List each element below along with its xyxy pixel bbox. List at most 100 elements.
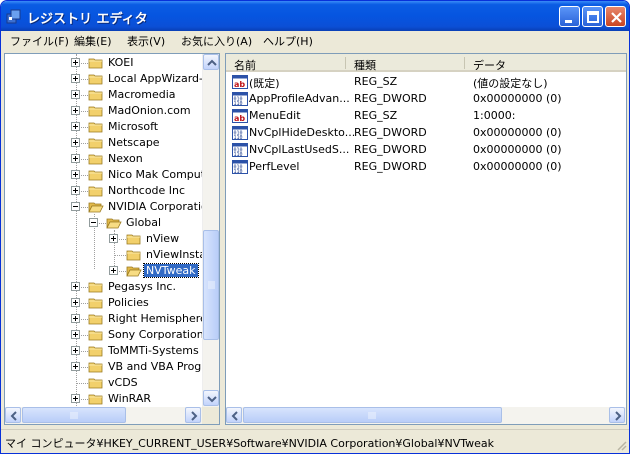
tree-node[interactable]: Pegasys Inc. [5,279,202,295]
tree-horizontal-scrollbar[interactable] [5,407,202,424]
string-value-icon: ab [232,109,248,123]
tree-node[interactable]: NVTweak [5,263,202,279]
expand-icon[interactable] [71,298,80,307]
scroll-up-button[interactable] [203,54,219,70]
values-horizontal-scrollbar[interactable] [226,407,626,424]
value-row[interactable]: 010 110 NvCplLastUsedS... REG_DWORD 0x000000… [230,142,622,158]
tree-node-label: nView [146,232,180,245]
scroll-left-button[interactable] [5,407,21,423]
tree-node[interactable]: ToMMTi-Systems [5,343,202,359]
value-type: REG_SZ [354,109,398,122]
arrow-right-icon [191,411,198,421]
expand-icon[interactable] [109,266,118,275]
menu-help[interactable]: ヘルプ(H) [263,33,313,49]
tree-node[interactable]: Nexon [5,151,202,167]
tree-node[interactable]: Netscape [5,135,202,151]
value-row[interactable]: 010 110 PerfLevel REG_DWORD 0x00000000 (0) [230,159,622,175]
value-type: REG_DWORD [354,160,427,173]
value-row[interactable]: 010 110 AppProfileAdvan... REG_DWORD 0x00000… [230,91,622,107]
tree-node[interactable]: Northcode Inc [5,183,202,199]
value-row[interactable]: 010 110 NvCplHideDeskto... REG_DWORD 0x00000… [230,125,622,141]
tree-node[interactable]: MadOnion.com [5,103,202,119]
expand-icon[interactable] [71,122,80,131]
values-list-pane[interactable]: 名前 種類 データ ab (既定) REG_SZ (値の設定なし) 010 110 AppP… [225,53,627,425]
tree-vscroll-thumb[interactable] [203,230,219,340]
tree-node[interactable]: Sony Corporation [5,327,204,343]
close-button[interactable] [605,6,626,27]
expand-icon[interactable] [71,154,80,163]
folder-icon [88,314,103,325]
minimize-button[interactable] [559,6,580,27]
string-value-icon: ab [232,75,248,89]
expand-icon[interactable] [71,138,80,147]
tree-node[interactable]: NVIDIA Corporatio [5,199,208,215]
tree-node[interactable]: VB and VBA Progr [5,359,206,375]
folder-icon [88,154,103,165]
column-header-type[interactable]: 種類 [346,54,465,72]
svg-text:110: 110 [234,135,243,141]
expand-icon[interactable] [71,90,80,99]
collapse-icon[interactable] [89,218,98,227]
key-tree-pane[interactable]: KOEI Local AppWizard-G Macromedia MadOnion.… [4,53,220,425]
expand-icon[interactable] [71,330,80,339]
arrow-left-icon [231,411,238,421]
minimize-icon [565,20,572,23]
tree-node-label: Northcode Inc [108,184,186,197]
tree-node[interactable]: Local AppWizard-G [5,71,212,87]
tree-node[interactable]: Global [5,215,202,231]
tree-node[interactable]: WinRAR [5,391,202,407]
tree-node-label: Sony Corporation [108,328,204,341]
expand-icon[interactable] [71,394,80,403]
maximize-button[interactable] [582,6,603,27]
values-hscroll-thumb[interactable] [243,407,502,423]
value-name: AppProfileAdvan... [249,92,350,105]
tree-node-label: Policies [108,296,149,309]
column-header-name[interactable]: 名前 [226,54,346,72]
expand-icon[interactable] [71,186,80,195]
expand-icon[interactable] [71,346,80,355]
menu-edit[interactable]: 編集(E) [74,33,112,49]
tree-connector-line [76,383,88,384]
maximize-icon [587,11,599,23]
tree-node[interactable]: Nico Mak Computin [5,167,215,183]
folder-icon [88,330,103,341]
menu-file[interactable]: ファイル(F) [10,33,69,49]
tree-node[interactable]: nViewInsta [5,247,206,263]
expand-icon[interactable] [71,170,80,179]
tree-node[interactable]: vCDS [5,375,202,391]
menu-favorites[interactable]: お気に入り(A) [181,33,252,49]
tree-node[interactable]: KOEI [5,55,202,71]
expand-icon[interactable] [71,58,80,67]
tree-node-label: Microsoft [108,120,159,133]
tree-node[interactable]: Policies [5,295,202,311]
value-row[interactable]: ab MenuEdit REG_SZ 1:0000: [230,108,622,124]
expand-icon[interactable] [109,234,118,243]
collapse-icon[interactable] [71,202,80,211]
tree-hscroll-thumb[interactable] [22,407,126,423]
expand-icon[interactable] [71,106,80,115]
expand-icon[interactable] [71,362,80,371]
folder-icon [88,138,103,149]
resize-grip-icon[interactable] [615,439,627,451]
tree-node-label: Netscape [108,136,160,149]
scroll-right-button[interactable] [185,407,201,423]
tree-node[interactable]: Right Hemisphere [5,311,207,327]
folder-icon [88,74,103,85]
column-header-data[interactable]: データ [465,54,626,72]
expand-icon[interactable] [71,74,80,83]
scroll-down-button[interactable] [203,390,219,406]
tree-node-label: VB and VBA Progr [108,360,206,373]
tree-node[interactable]: Microsoft [5,119,202,135]
tree-vertical-scrollbar[interactable] [202,54,219,407]
title-bar[interactable]: レジストリ エディタ [1,1,629,31]
scroll-left-button[interactable] [226,407,242,423]
value-row[interactable]: ab (既定) REG_SZ (値の設定なし) [230,74,622,90]
tree-node[interactable]: nView [5,231,202,247]
tree-node-label: Global [126,216,162,229]
menu-view[interactable]: 表示(V) [127,33,165,49]
tree-node[interactable]: Macromedia [5,87,202,103]
scroll-right-button[interactable] [609,407,625,423]
grip-icon [368,412,376,419]
expand-icon[interactable] [71,314,80,323]
expand-icon[interactable] [71,282,80,291]
